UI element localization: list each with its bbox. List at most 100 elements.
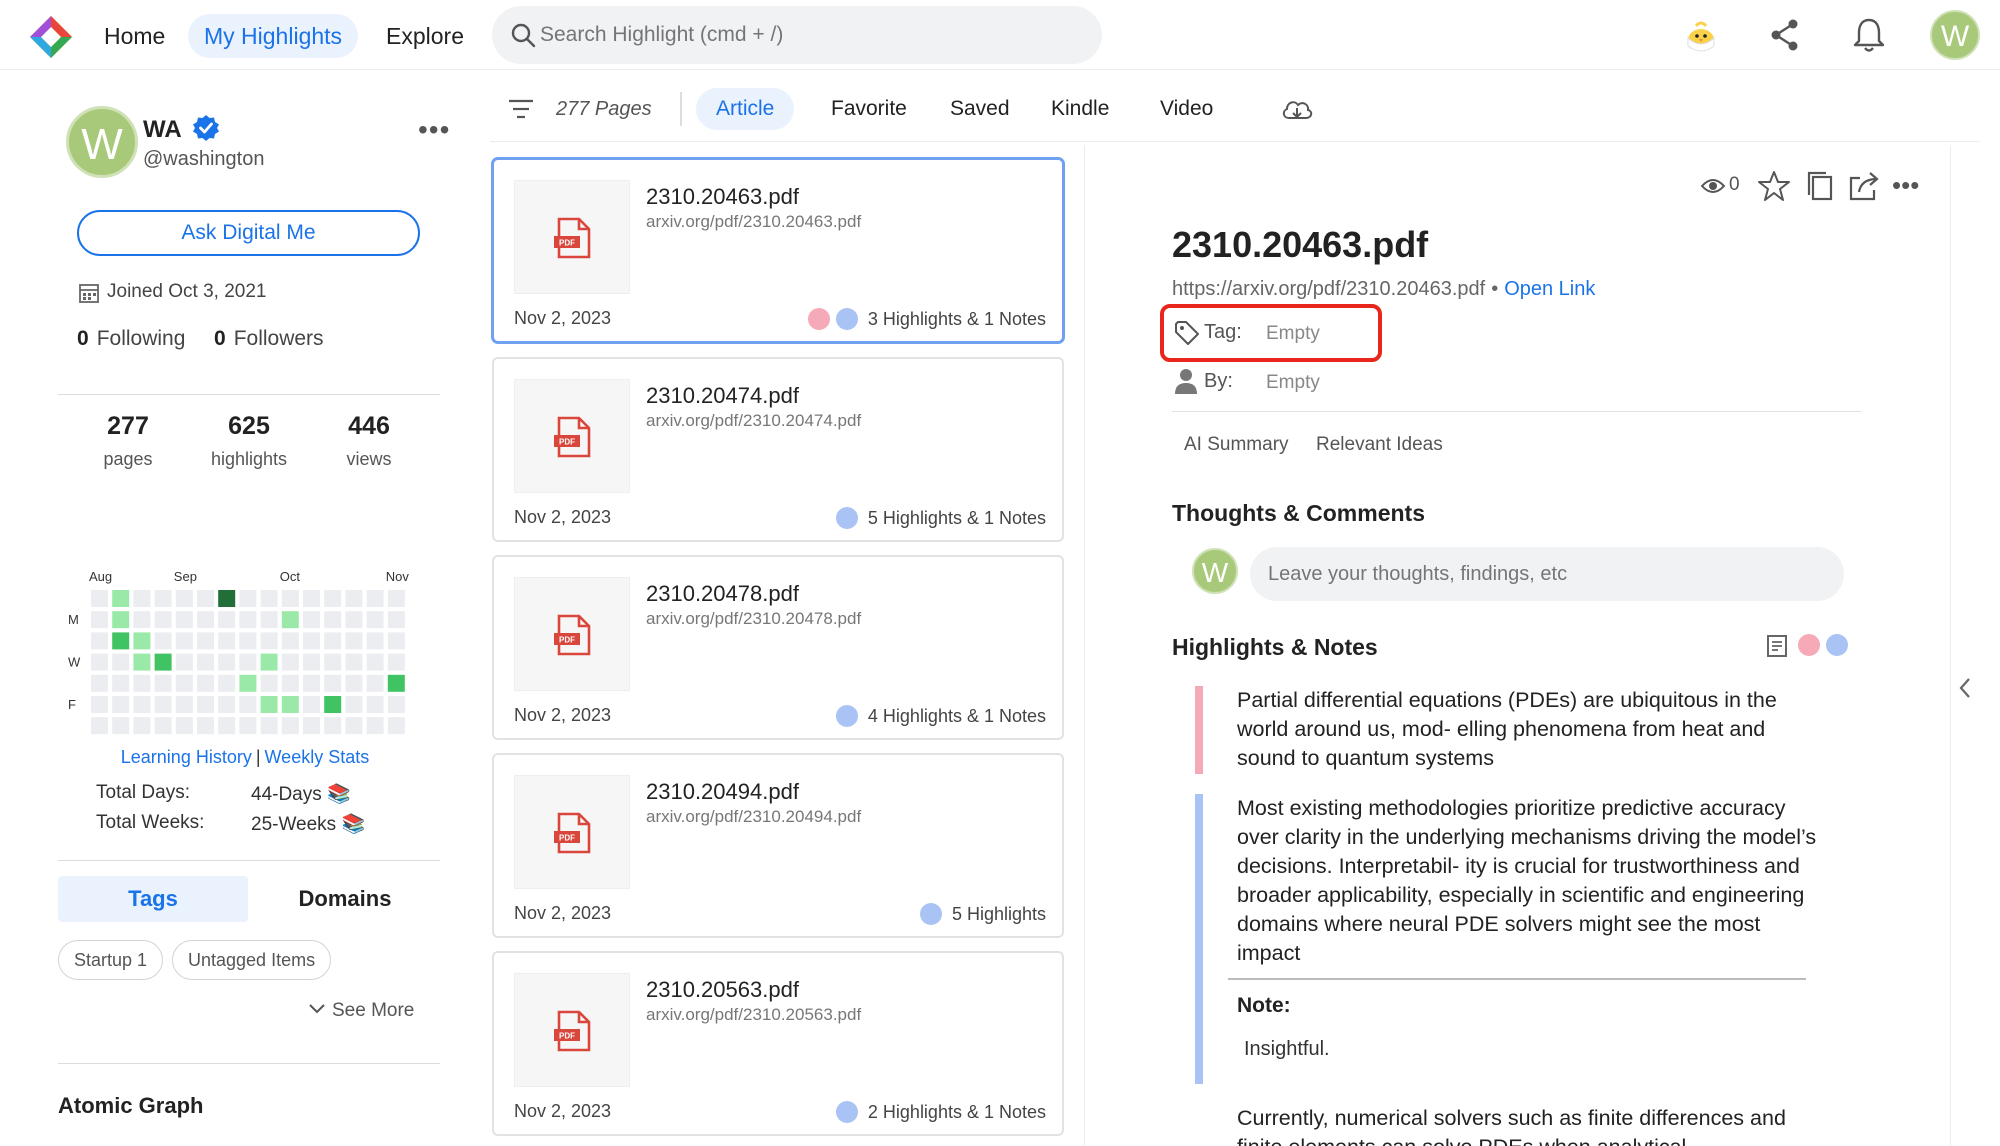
heatmap-cell[interactable] [303, 590, 320, 607]
note-list-icon[interactable] [1766, 634, 1788, 658]
heatmap-cell[interactable] [303, 632, 320, 650]
heatmap-cell[interactable] [281, 674, 299, 692]
article-card[interactable]: PDF 2310.20463.pdf arxiv.org/pdf/2310.20… [492, 158, 1064, 343]
heatmap-cell[interactable] [366, 696, 384, 713]
user-avatar[interactable]: W [1930, 10, 1980, 60]
highlight-item[interactable]: Partial differential equations (PDEs) ar… [1195, 686, 1825, 774]
heatmap-cell[interactable] [112, 590, 130, 607]
heatmap-cell[interactable] [218, 717, 236, 735]
article-card[interactable]: PDF 2310.20494.pdf arxiv.org/pdf/2310.20… [492, 753, 1064, 938]
tab-relevant-ideas[interactable]: Relevant Ideas [1316, 434, 1443, 456]
share-out-icon[interactable] [1846, 168, 1882, 204]
heatmap-cell[interactable] [239, 611, 257, 629]
heatmap-cell[interactable] [260, 717, 278, 735]
detail-url-text[interactable]: https://arxiv.org/pdf/2310.20463.pdf [1172, 278, 1485, 300]
search-input[interactable] [540, 6, 1080, 64]
tag-chip-startup[interactable]: Startup 1 [58, 940, 164, 980]
heatmap-cell[interactable] [175, 590, 193, 607]
tab-domains[interactable]: Domains [250, 876, 440, 922]
heatmap-cell[interactable] [91, 717, 108, 735]
tab-video[interactable]: Video [1140, 88, 1233, 130]
heatmap-cell[interactable] [345, 590, 363, 607]
heatmap-cell[interactable] [154, 717, 172, 735]
heatmap-cell[interactable] [303, 653, 320, 671]
more-options-icon[interactable]: ••• [418, 114, 450, 146]
heatmap-cell[interactable] [112, 674, 130, 692]
followers-count[interactable]: 0 Followers [214, 327, 324, 351]
article-card[interactable]: PDF 2310.20563.pdf arxiv.org/pdf/2310.20… [492, 951, 1064, 1136]
tag-value[interactable]: Empty [1266, 323, 1320, 345]
heatmap-cell[interactable] [387, 590, 405, 607]
heatmap-cell[interactable] [281, 653, 299, 671]
heatmap-cell[interactable] [218, 632, 236, 650]
heatmap-cell[interactable] [345, 717, 363, 735]
heatmap-cell[interactable] [303, 696, 320, 713]
learning-history-link[interactable]: Learning History [121, 747, 252, 767]
logo-icon[interactable] [28, 14, 74, 60]
heatmap-cell[interactable] [281, 611, 299, 629]
see-more-button[interactable]: See More [308, 1000, 414, 1022]
heatmap-cell[interactable] [324, 590, 342, 607]
tab-favorite[interactable]: Favorite [811, 88, 927, 130]
heatmap-cell[interactable] [260, 653, 278, 671]
heatmap-cell[interactable] [260, 632, 278, 650]
heatmap-cell[interactable] [154, 590, 172, 607]
heatmap-cell[interactable] [197, 653, 214, 671]
heatmap-cell[interactable] [154, 696, 172, 713]
copy-icon[interactable] [1802, 168, 1838, 204]
heatmap-cell[interactable] [324, 696, 342, 713]
heatmap-cell[interactable] [366, 590, 384, 607]
tab-tags[interactable]: Tags [58, 876, 248, 922]
heatmap-cell[interactable] [91, 696, 108, 713]
heatmap-cell[interactable] [366, 717, 384, 735]
heatmap-cell[interactable] [260, 674, 278, 692]
heatmap-cell[interactable] [197, 590, 214, 607]
open-link[interactable]: Open Link [1504, 278, 1595, 300]
heatmap-cell[interactable] [324, 674, 342, 692]
heatmap-cell[interactable] [239, 653, 257, 671]
heatmap-cell[interactable] [154, 611, 172, 629]
blue-filter-dot[interactable] [1826, 634, 1849, 656]
bell-icon[interactable] [1848, 14, 1890, 56]
heatmap-cell[interactable] [133, 717, 151, 735]
weekly-stats-link[interactable]: Weekly Stats [265, 747, 370, 767]
heatmap-cell[interactable] [91, 632, 108, 650]
nav-explore[interactable]: Explore [370, 14, 480, 58]
heatmap-cell[interactable] [197, 632, 214, 650]
heatmap-cell[interactable] [218, 696, 236, 713]
tab-kindle[interactable]: Kindle [1031, 88, 1129, 130]
heatmap-cell[interactable] [260, 611, 278, 629]
heatmap-cell[interactable] [345, 653, 363, 671]
heatmap-cell[interactable] [175, 611, 193, 629]
heatmap-cell[interactable] [387, 611, 405, 629]
heatmap-cell[interactable] [345, 674, 363, 692]
heatmap-cell[interactable] [239, 632, 257, 650]
heatmap-cell[interactable] [324, 717, 342, 735]
heatmap-cell[interactable] [133, 590, 151, 607]
heatmap-cell[interactable] [133, 696, 151, 713]
heatmap-cell[interactable] [239, 696, 257, 713]
ask-digital-me-button[interactable]: Ask Digital Me [77, 210, 420, 256]
heatmap-cell[interactable] [303, 611, 320, 629]
heatmap-cell[interactable] [133, 632, 151, 650]
heatmap-cell[interactable] [91, 611, 108, 629]
by-value[interactable]: Empty [1266, 372, 1320, 394]
heatmap-cell[interactable] [175, 632, 193, 650]
tab-saved[interactable]: Saved [930, 88, 1030, 130]
heatmap-cell[interactable] [133, 653, 151, 671]
heatmap-cell[interactable] [281, 696, 299, 713]
heatmap-cell[interactable] [112, 632, 130, 650]
heatmap-cell[interactable] [154, 653, 172, 671]
highlight-item[interactable]: Most existing methodologies prioritize p… [1195, 794, 1825, 1084]
heatmap-cell[interactable] [175, 717, 193, 735]
article-card[interactable]: PDF 2310.20478.pdf arxiv.org/pdf/2310.20… [492, 555, 1064, 740]
heatmap-cell[interactable] [218, 611, 236, 629]
highlight-item[interactable]: Currently, numerical solvers such as fin… [1205, 1104, 1825, 1146]
heatmap-cell[interactable] [281, 590, 299, 607]
heatmap-cell[interactable] [91, 653, 108, 671]
heatmap-cell[interactable] [175, 674, 193, 692]
heatmap-cell[interactable] [175, 696, 193, 713]
heatmap-cell[interactable] [218, 590, 236, 607]
heatmap-cell[interactable] [387, 674, 405, 692]
heatmap-cell[interactable] [387, 717, 405, 735]
